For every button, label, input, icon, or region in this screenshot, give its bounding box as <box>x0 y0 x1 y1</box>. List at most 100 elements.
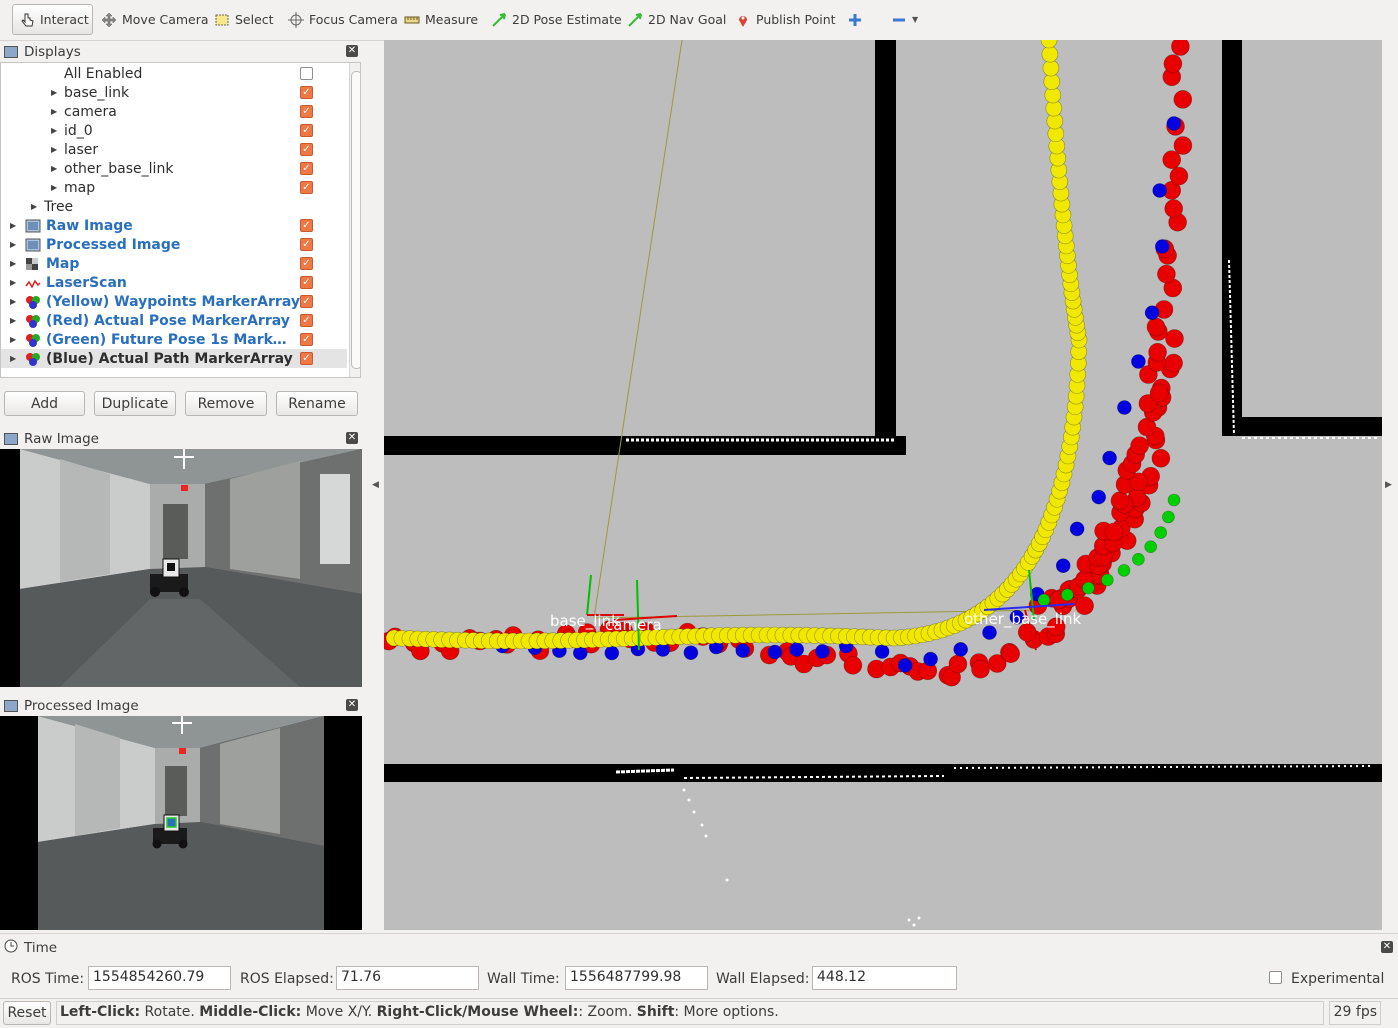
checkbox[interactable]: ✓ <box>300 352 313 365</box>
collapse-left-icon[interactable]: ◀ <box>372 480 379 490</box>
expand-arrow-icon[interactable]: ▶ <box>51 107 57 116</box>
expand-arrow-icon[interactable]: ▶ <box>51 88 57 97</box>
expand-arrow-icon[interactable]: ▶ <box>10 354 16 363</box>
actual-path-marker <box>1102 450 1117 466</box>
expand-arrow-icon[interactable]: ▶ <box>31 202 37 211</box>
tree-row-waypoints[interactable]: ▶ (Yellow) Waypoints MarkerArray ✓ <box>1 292 347 311</box>
tree-row-all-enabled[interactable]: All Enabled <box>1 64 347 83</box>
tree-row-future-pose[interactable]: ▶ (Green) Future Pose 1s MarkerArray ✓ <box>1 330 347 349</box>
ros-elapsed-field[interactable]: 71.76 <box>336 966 479 990</box>
actual-pose-marker <box>1110 491 1130 511</box>
wall-time-field[interactable]: 1556487799.98 <box>565 966 708 990</box>
wall-elapsed-field[interactable]: 448.12 <box>812 966 957 990</box>
tree-scrollbar[interactable] <box>349 63 360 377</box>
row-label: (Green) Future Pose 1s MarkerArray <box>46 331 291 348</box>
expand-arrow-icon[interactable]: ▶ <box>51 126 57 135</box>
expand-arrow-icon[interactable]: ▶ <box>10 297 16 306</box>
expand-arrow-icon[interactable]: ▶ <box>10 335 16 344</box>
checkbox[interactable]: ✓ <box>300 219 313 232</box>
checkbox[interactable]: ✓ <box>300 124 313 137</box>
expand-arrow-icon[interactable]: ▶ <box>10 240 16 249</box>
tree-row-tree[interactable]: ▶ Tree <box>1 197 347 216</box>
tree-row-laser[interactable]: ▶ laser ✓ <box>1 140 347 159</box>
pose-estimate-label: 2D Pose Estimate <box>512 12 622 27</box>
chevron-down-icon: ▼ <box>912 15 919 24</box>
tree-row-raw-image[interactable]: ▶ Raw Image ✓ <box>1 216 347 235</box>
experimental-checkbox[interactable] <box>1269 971 1282 984</box>
tree-row-camera[interactable]: ▶ camera ✓ <box>1 102 347 121</box>
close-icon[interactable]: ✕ <box>346 45 358 57</box>
expand-arrow-icon[interactable]: ▶ <box>10 259 16 268</box>
measure-label: Measure <box>425 12 479 27</box>
crosshair-icon <box>288 11 304 28</box>
checkbox[interactable]: ✓ <box>300 276 313 289</box>
expand-arrow-icon[interactable]: ▶ <box>10 278 16 287</box>
close-icon[interactable]: ✕ <box>1381 941 1393 953</box>
checkbox[interactable]: ✓ <box>300 86 313 99</box>
checkbox[interactable]: ✓ <box>300 181 313 194</box>
expand-arrow-icon[interactable]: ▶ <box>51 164 57 173</box>
publish-point-tool[interactable]: Publish Point <box>729 4 842 35</box>
add-button[interactable]: Add <box>4 391 85 416</box>
checkbox[interactable]: ✓ <box>300 162 313 175</box>
checkbox[interactable]: ✓ <box>300 238 313 251</box>
checkbox[interactable]: ✓ <box>300 105 313 118</box>
checkbox[interactable]: ✓ <box>300 257 313 270</box>
measure-tool[interactable]: Measure <box>398 4 484 35</box>
tree-row-other-base-link[interactable]: ▶ other_base_link ✓ <box>1 159 347 178</box>
pose-estimate-tool[interactable]: 2D Pose Estimate <box>485 4 628 35</box>
displays-panel-title: Displays <box>0 41 81 63</box>
row-label: Tree <box>44 198 74 215</box>
3d-render-view[interactable]: base_link camera other_base_link <box>384 40 1382 930</box>
move-camera-tool[interactable]: Move Camera <box>95 4 215 35</box>
tree-row-processed-image[interactable]: ▶ Processed Image ✓ <box>1 235 347 254</box>
actual-pose-marker <box>1157 264 1176 284</box>
ros-time-field[interactable]: 1554854260.79 <box>88 966 231 990</box>
expand-arrow-icon[interactable]: ▶ <box>51 145 57 154</box>
expand-arrow-icon[interactable]: ▶ <box>10 221 16 230</box>
checkbox[interactable]: ✓ <box>300 143 313 156</box>
reset-button[interactable]: Reset <box>3 1001 51 1025</box>
tree-row-map[interactable]: ▶ Map ✓ <box>1 254 347 273</box>
hint-text: Move X/Y. <box>301 1004 377 1020</box>
hint-text: : Zoom. <box>578 1004 637 1020</box>
tree-row-actual-path[interactable]: ▶ (Blue) Actual Path MarkerArray ✓ <box>1 349 347 368</box>
interact-tool[interactable]: Interact <box>12 4 93 35</box>
actual-path-marker <box>1152 183 1168 198</box>
right-splitter[interactable]: ▶ <box>1382 40 1398 930</box>
expand-arrow-icon[interactable]: ▶ <box>10 316 16 325</box>
experimental-label: Experimental <box>1291 971 1385 987</box>
close-icon[interactable]: ✕ <box>346 432 358 444</box>
nav-goal-tool[interactable]: 2D Nav Goal <box>621 4 732 35</box>
raw-image-title: Raw Image <box>24 431 99 447</box>
select-tool[interactable]: Select <box>208 4 280 35</box>
actual-pose-marker <box>1163 54 1183 74</box>
checkbox[interactable]: ✓ <box>300 333 313 346</box>
checkbox[interactable] <box>300 67 313 80</box>
focus-camera-tool[interactable]: Focus Camera <box>282 4 404 35</box>
close-icon[interactable]: ✕ <box>346 699 358 711</box>
raw-image-view <box>0 449 362 687</box>
scrollbar-thumb[interactable] <box>351 71 360 369</box>
displays-title: Displays <box>24 44 81 60</box>
displays-tree[interactable]: All Enabled ▶ base_link ✓ ▶ camera ✓ ▶ i… <box>0 62 361 378</box>
ros-elapsed-label: ROS Elapsed: <box>240 971 334 987</box>
marker-array-icon <box>25 333 41 347</box>
monitor-icon <box>4 46 18 58</box>
tree-row-base-link[interactable]: ▶ base_link ✓ <box>1 83 347 102</box>
add-tool-button[interactable] <box>841 4 869 35</box>
row-label: other_base_link <box>64 160 174 177</box>
tree-row-map-frame[interactable]: ▶ map ✓ <box>1 178 347 197</box>
rename-button[interactable]: Rename <box>276 391 358 416</box>
checkbox[interactable]: ✓ <box>300 314 313 327</box>
duplicate-button[interactable]: Duplicate <box>94 391 176 416</box>
tree-row-laserscan[interactable]: ▶ LaserScan ✓ <box>1 273 347 292</box>
tree-row-actual-pose[interactable]: ▶ (Red) Actual Pose MarkerArray ✓ <box>1 311 347 330</box>
collapse-right-icon[interactable]: ▶ <box>1385 480 1392 490</box>
remove-button[interactable]: Remove <box>185 391 267 416</box>
checkbox[interactable]: ✓ <box>300 295 313 308</box>
tree-row-id0[interactable]: ▶ id_0 ✓ <box>1 121 347 140</box>
remove-tool-button[interactable]: ▼ <box>885 4 924 35</box>
actual-path-marker <box>1055 558 1071 574</box>
expand-arrow-icon[interactable]: ▶ <box>51 183 57 192</box>
